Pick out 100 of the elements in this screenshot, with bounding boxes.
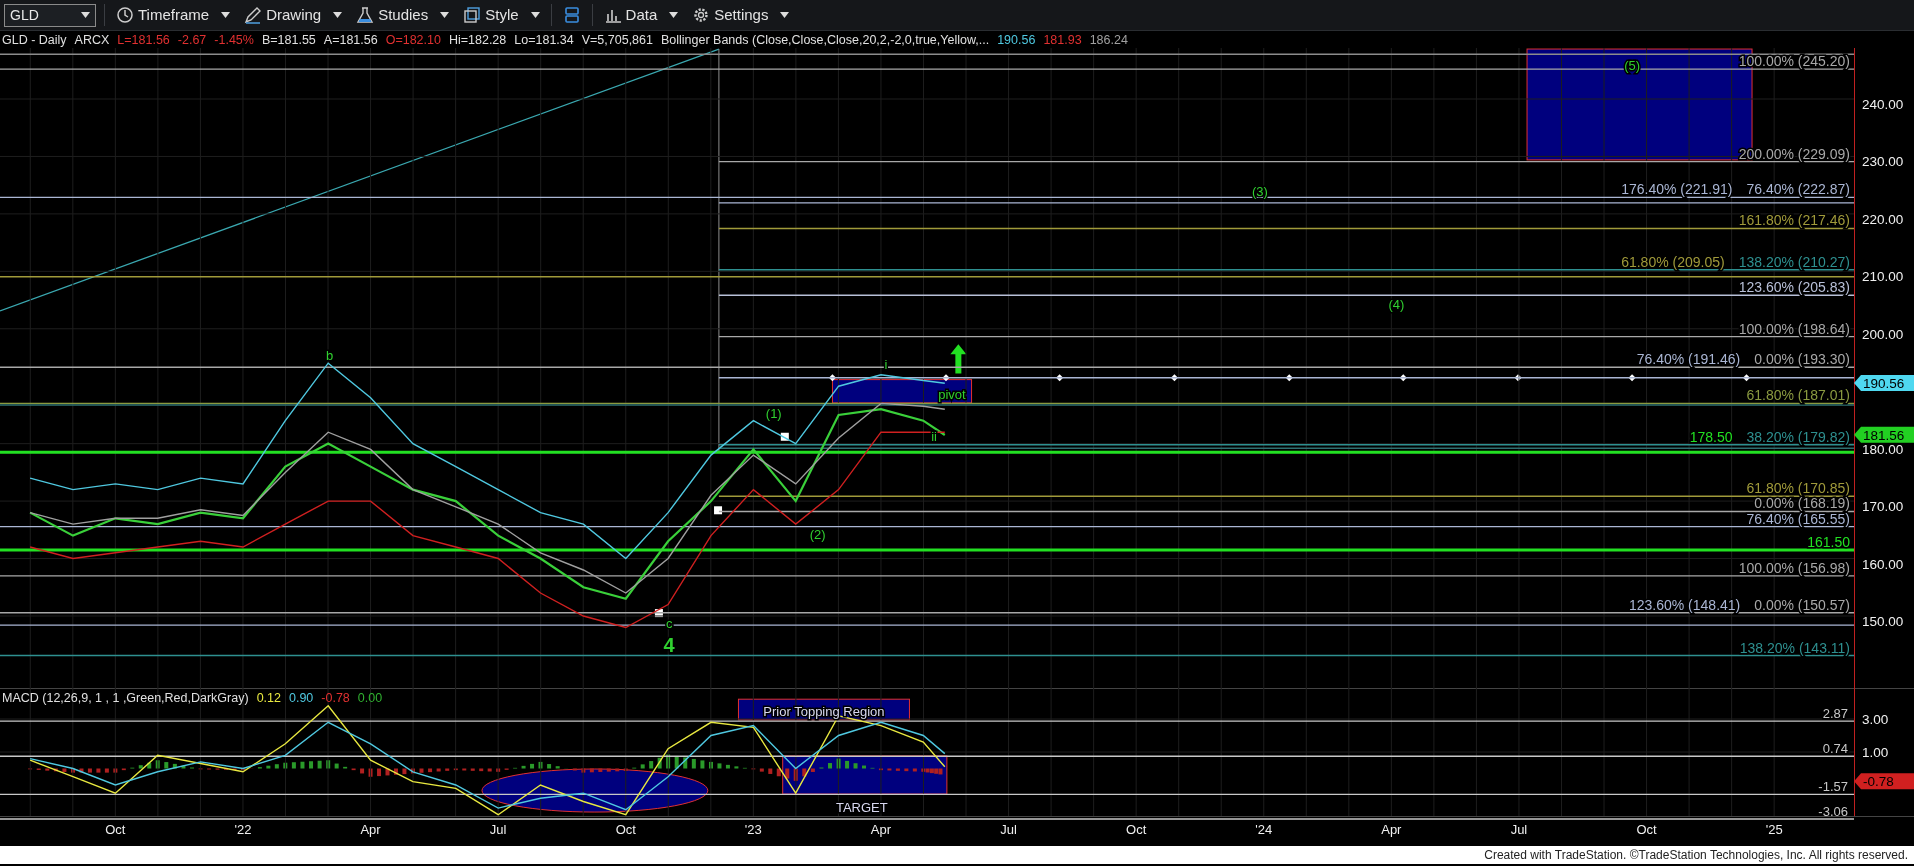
- quote-value: V=5,705,861: [581, 32, 653, 48]
- quote-value: L=181.56: [117, 32, 170, 48]
- level-label: 61.80% (187.01): [1746, 387, 1850, 404]
- flask-icon: [356, 6, 375, 24]
- quote-value: -2.67: [177, 32, 207, 48]
- toolbar-menu-button[interactable]: Style: [460, 3, 543, 27]
- axis-tick-label: 230.00: [1862, 154, 1904, 170]
- quote-value: 181.93: [1043, 32, 1082, 48]
- level-label: 61.80% (209.05): [1621, 253, 1725, 270]
- level-label: 61.80% (170.85): [1746, 480, 1850, 497]
- chart-label: (3): [1252, 184, 1268, 200]
- level-label: 0.00% (193.30): [1754, 351, 1850, 368]
- level-label: 0.00% (150.57): [1754, 596, 1850, 613]
- axis-tick-label: Oct: [105, 822, 126, 837]
- axis-tick-label: 3.00: [1862, 712, 1889, 727]
- indicator-value: 0.00: [357, 691, 383, 705]
- toolbar-menu-button[interactable]: Timeframe: [113, 3, 234, 27]
- axis-tick-label: '25: [1765, 822, 1783, 837]
- up-arrow: [950, 344, 967, 374]
- level-label: 76.40% (191.46): [1636, 351, 1741, 368]
- caret-icon: [780, 12, 790, 18]
- axis-tick-label: 170.00: [1862, 499, 1904, 515]
- indicator-value: 0.90: [288, 691, 314, 705]
- axis-tick-label: 240.00: [1862, 97, 1904, 112]
- symbol-dropdown[interactable]: GLD: [4, 3, 96, 27]
- axis-tick-label: 180.00: [1862, 441, 1904, 457]
- copyright-text: Created with TradeStation. ©TradeStation Technologies, Inc. All rights reserved.: [0, 846, 1914, 864]
- axis-tick-label: '22: [234, 822, 252, 837]
- quote-value: Hi=182.28: [448, 32, 507, 48]
- quote-value: O=182.10: [385, 32, 441, 48]
- level-label: -1.57: [1818, 779, 1848, 795]
- level-label: 0.74: [1822, 741, 1848, 757]
- region-label: TARGET: [835, 800, 888, 816]
- level-label: 161.50: [1807, 533, 1850, 550]
- level-label: 38.20% (179.82): [1746, 428, 1850, 445]
- chart-label: (4): [1388, 297, 1405, 313]
- axis-tick-label: Apr: [870, 822, 892, 837]
- price-badge: 181.56: [1854, 426, 1914, 443]
- axis-tick-label: Oct: [615, 822, 636, 837]
- quote-value: A=181.56: [323, 32, 378, 48]
- level-label: 76.40% (165.55): [1746, 510, 1850, 527]
- level-label: 100.00% (198.64): [1738, 320, 1850, 337]
- level-label: -3.06: [1818, 804, 1848, 819]
- axis-tick-label: Jul: [1510, 822, 1528, 837]
- axis-tick-label: Jul: [489, 822, 507, 837]
- quote-value: 186.24: [1089, 32, 1128, 48]
- quote-value: -1.45%: [214, 32, 254, 48]
- toolbar-menu-button[interactable]: Data: [600, 3, 682, 27]
- chart-label: ii: [931, 428, 937, 444]
- quote-value: Lo=181.34: [514, 32, 574, 48]
- price-badge: 190.56: [1854, 375, 1914, 391]
- axis-tick-label: Oct: [1636, 822, 1657, 837]
- caret-icon: [81, 12, 90, 18]
- chart-label: 4: [663, 633, 675, 656]
- axis-tick-label: 220.00: [1862, 211, 1904, 227]
- indicator-value: -0.78: [321, 691, 350, 705]
- quote-value: Bollinger Bands (Close,Close,Close,20,2,-2,0,true,Yellow,...: [660, 32, 990, 48]
- axis-tick-label: Oct: [1126, 822, 1147, 837]
- caret-icon: [221, 12, 231, 18]
- chart-label: pivot: [938, 387, 966, 403]
- chart-label: (2): [809, 527, 826, 543]
- style-icon: [463, 6, 482, 24]
- axis-tick-label: 150.00: [1862, 613, 1904, 629]
- caret-icon: [440, 12, 450, 18]
- caret-icon: [530, 12, 540, 18]
- axis-tick-label: Apr: [360, 822, 381, 837]
- toolbar-menu-button[interactable]: Drawing: [241, 3, 346, 27]
- level-label: 2.87: [1822, 706, 1848, 722]
- clock-icon: [116, 6, 134, 24]
- pencil-icon: [244, 6, 263, 24]
- level-label: 178.50: [1689, 428, 1733, 445]
- quote-value: 190.56: [997, 32, 1036, 48]
- chart-label: (1): [765, 405, 782, 421]
- marker-square: [714, 506, 723, 515]
- level-label: 161.80% (217.46): [1738, 212, 1850, 229]
- price-badge: -0.78: [1854, 773, 1914, 790]
- toolbar-menu-button[interactable]: Settings: [689, 3, 793, 27]
- axis-tick-label: '24: [1255, 822, 1273, 837]
- level-label: 100.00% (156.98): [1738, 559, 1850, 576]
- axis-tick-label: 1.00: [1862, 745, 1889, 760]
- axis-tick-label: '23: [744, 822, 762, 837]
- quote-value: B=181.55: [261, 32, 316, 48]
- gear-icon: [692, 6, 711, 24]
- caret-icon: [333, 12, 343, 18]
- level-label: 123.60% (205.83): [1738, 279, 1850, 296]
- quote-value: GLD - Daily: [2, 32, 67, 48]
- level-label: 176.40% (221.91): [1621, 181, 1733, 198]
- axis-tick-label: Apr: [1381, 822, 1402, 837]
- level-label: 138.20% (210.27): [1738, 253, 1850, 270]
- quote-value: ARCX: [74, 32, 110, 48]
- caret-icon: [669, 12, 679, 18]
- axis-tick-label: Jul: [1000, 822, 1017, 837]
- level-label: 200.00% (229.09): [1738, 145, 1850, 162]
- chart-label: b: [326, 348, 334, 364]
- level-label: 123.60% (148.41): [1628, 596, 1741, 613]
- toolbar-menu-button[interactable]: Studies: [353, 3, 453, 27]
- level-label: 138.20% (143.11): [1739, 639, 1850, 656]
- region-label: Prior Topping Region: [763, 703, 885, 719]
- axis-tick-label: 160.00: [1862, 556, 1904, 572]
- chart-label: i: [884, 356, 888, 372]
